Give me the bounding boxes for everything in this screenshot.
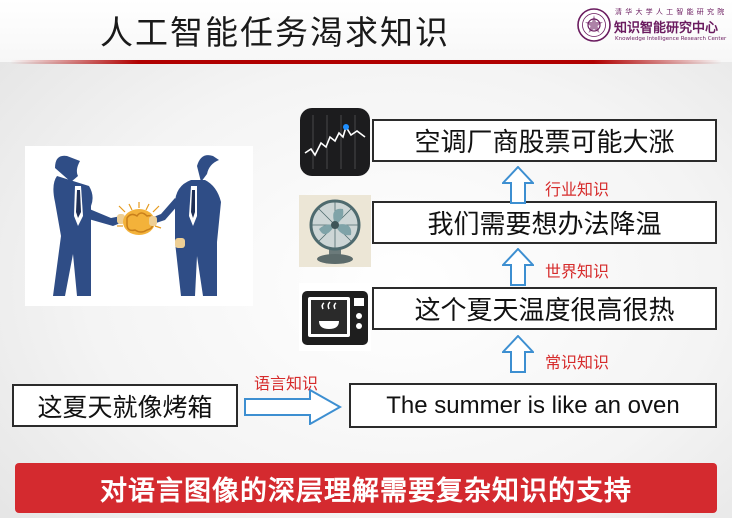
up-arrow-common (502, 335, 534, 373)
logo-english-name: Knowledge Intelligence Research Center (615, 36, 727, 42)
businessmen-illustration (25, 146, 253, 306)
up-arrow-industry (502, 166, 534, 204)
microwave-icon (299, 283, 371, 351)
businessman-left-icon (53, 155, 125, 296)
source-statement-box: 这夏天就像烤箱 (12, 384, 238, 427)
stock-statement-box: 空调厂商股票可能大涨 (372, 119, 717, 162)
hot-statement-box: 这个夏天温度很高很热 (372, 287, 717, 330)
page-title: 人工智能任务渴求知识 (100, 13, 450, 52)
source-statement-text: 这夏天就像烤箱 (37, 392, 213, 422)
hot-statement-text: 这个夏天温度很高很热 (414, 296, 675, 326)
english-statement-box: The summer is like an oven (349, 383, 717, 428)
stock-chart-icon (300, 108, 370, 176)
language-knowledge-label: 语言知识 (254, 374, 319, 393)
conclusion-banner: 对语言图像的深层理解需要复杂知识的支持 (15, 463, 717, 513)
businessman-right-icon (149, 155, 221, 296)
university-seal-icon (577, 8, 611, 42)
logo-institute-line: 清 华 大 学 人 工 智 能 研 究 院 (615, 8, 725, 16)
common-knowledge-label: 常识知识 (545, 353, 610, 372)
up-arrow-world (502, 248, 534, 286)
conclusion-text: 对语言图像的深层理解需要复杂知识的支持 (100, 475, 632, 507)
institute-logo: 清 华 大 学 人 工 智 能 研 究 院 知识智能研究中心 Knowledge… (577, 6, 727, 48)
stock-statement-text: 空调厂商股票可能大涨 (414, 128, 675, 158)
cooling-statement-box: 我们需要想办法降温 (372, 201, 717, 244)
header-bar: 人工智能任务渴求知识 清 华 大 学 人 工 智 能 研 究 院 知识智能研究中… (0, 0, 732, 62)
world-knowledge-label: 世界知识 (545, 262, 610, 281)
logo-center-name: 知识智能研究中心 (614, 21, 719, 36)
english-statement-text: The summer is like an oven (386, 391, 680, 419)
right-arrow-language (244, 389, 342, 425)
industry-knowledge-label: 行业知识 (545, 180, 610, 199)
title-divider (10, 60, 722, 64)
electric-fan-icon (299, 195, 371, 267)
cooling-statement-text: 我们需要想办法降温 (427, 210, 662, 240)
